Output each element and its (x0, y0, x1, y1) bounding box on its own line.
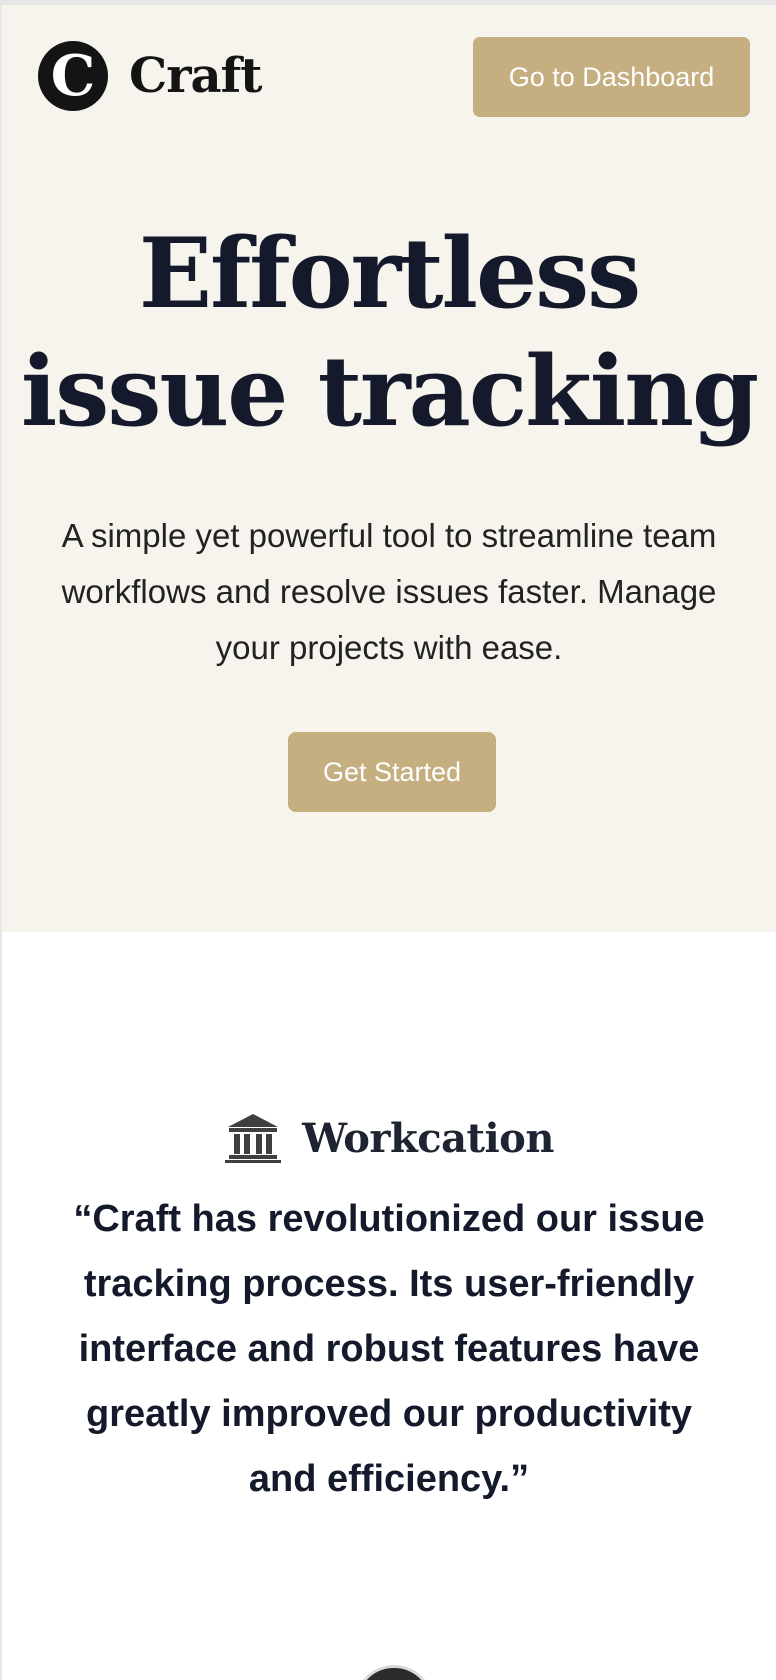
hero-subtitle: A simple yet powerful tool to streamline… (61, 517, 717, 666)
bank-icon (224, 1112, 282, 1164)
brand-name: Craft (129, 48, 262, 104)
headline-line-1: Effortless (138, 217, 641, 330)
testimonial-section: Workcation “Craft has revolutionized our… (2, 932, 776, 1680)
company-logo: Workcation (2, 1112, 776, 1164)
hero-section: C Craft Go to Dashboard Effortless issue… (2, 5, 776, 932)
brand[interactable]: C Craft (38, 41, 262, 111)
page: C Craft Go to Dashboard Effortless issue… (2, 5, 776, 1680)
logo-icon: C (38, 41, 108, 111)
hero-headline: Effortless issue tracking (2, 215, 776, 451)
go-to-dashboard-button[interactable]: Go to Dashboard (473, 37, 750, 117)
headline-line-2: issue tracking (20, 335, 759, 448)
company-name: Workcation (302, 1114, 554, 1162)
avatar (354, 1665, 434, 1680)
testimonial-quote: “Craft has revolutionized our issue trac… (73, 1198, 705, 1500)
get-started-button[interactable]: Get Started (288, 732, 496, 812)
